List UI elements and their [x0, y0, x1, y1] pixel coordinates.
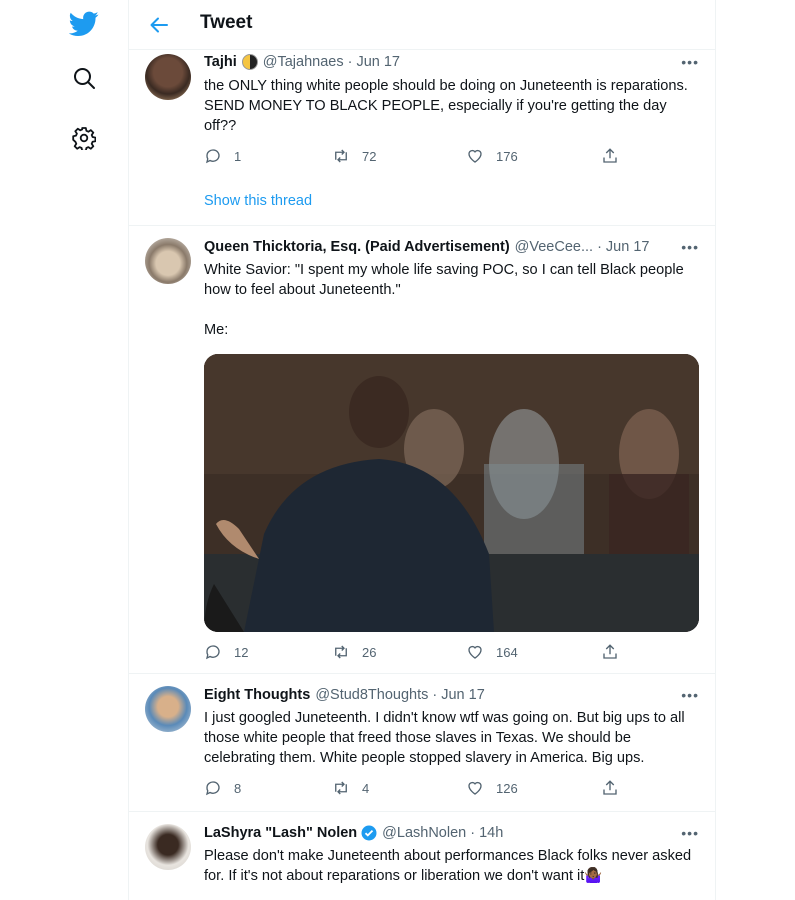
- share-button[interactable]: [601, 779, 619, 797]
- heart-icon: [468, 149, 482, 163]
- tweet[interactable]: Tajhi @Tajahnaes · Jun 17 ••• the ONLY t…: [129, 50, 715, 226]
- page-header: Tweet: [129, 0, 715, 50]
- share-icon: [603, 644, 617, 659]
- page-title: Tweet: [200, 12, 253, 33]
- tweet-media-image[interactable]: [204, 354, 699, 632]
- retweet-icon: [335, 645, 347, 659]
- show-thread-link[interactable]: Show this thread: [204, 193, 312, 209]
- like-count: 176: [496, 148, 518, 164]
- reply-button[interactable]: 8: [204, 779, 241, 797]
- share-button[interactable]: [601, 643, 619, 661]
- verified-badge-icon: [361, 825, 377, 841]
- reply-button[interactable]: 12: [204, 643, 248, 661]
- tweet-text: the ONLY thing white people should be do…: [204, 78, 692, 134]
- heart-icon: [468, 645, 482, 659]
- gear-icon[interactable]: [68, 122, 100, 154]
- retweet-button[interactable]: 26: [332, 643, 376, 661]
- like-button[interactable]: 176: [466, 147, 518, 165]
- tweet-text: I just googled Juneteenth. I didn't know…: [204, 710, 689, 766]
- like-button[interactable]: 126: [466, 779, 518, 797]
- reply-button[interactable]: 1: [204, 147, 241, 165]
- main-column: Tweet Tajhi @Tajahnaes · Jun 17 ••• the …: [128, 0, 716, 900]
- like-button[interactable]: 164: [466, 643, 518, 661]
- author-handle[interactable]: @LashNolen: [382, 825, 466, 841]
- retweet-button[interactable]: 72: [332, 147, 376, 165]
- retweet-count: 26: [362, 644, 377, 660]
- more-options-button[interactable]: •••: [681, 825, 699, 841]
- separator-dot: ·: [470, 825, 476, 841]
- reply-count: 1: [234, 148, 242, 164]
- separator-dot: ·: [432, 687, 438, 703]
- tweet-actions: 1 72 176: [204, 147, 624, 167]
- avatar[interactable]: [145, 824, 191, 870]
- share-button[interactable]: [601, 147, 619, 165]
- tweet-time[interactable]: Jun 17: [441, 687, 485, 703]
- author-name[interactable]: Tajhi: [204, 54, 237, 70]
- retweet-count: 72: [362, 148, 377, 164]
- like-count: 126: [496, 780, 518, 796]
- retweet-icon: [335, 781, 347, 795]
- heart-icon: [468, 781, 482, 795]
- reply-count: 8: [234, 780, 242, 796]
- share-icon: [603, 148, 617, 163]
- twitter-bird-icon[interactable]: [64, 8, 104, 40]
- tweet-text: Please don't make Juneteenth about perfo…: [204, 848, 696, 884]
- tweet[interactable]: Eight Thoughts @Stud8Thoughts · Jun 17 •…: [129, 674, 715, 812]
- reply-icon: [206, 149, 220, 164]
- author-name[interactable]: LaShyra "Lash" Nolen: [204, 825, 357, 841]
- more-options-button[interactable]: •••: [681, 54, 699, 70]
- reply-icon: [206, 645, 220, 660]
- avatar[interactable]: [145, 686, 191, 732]
- separator-dot: ·: [347, 54, 353, 70]
- search-icon[interactable]: [68, 62, 100, 94]
- retweet-button[interactable]: 4: [332, 779, 369, 797]
- share-icon: [603, 780, 617, 795]
- author-handle[interactable]: @Stud8Thoughts: [315, 687, 428, 703]
- retweet-icon: [335, 149, 347, 163]
- author-handle[interactable]: @VeeCee...: [515, 239, 593, 255]
- more-options-button[interactable]: •••: [681, 239, 699, 255]
- tweet-time[interactable]: Jun 17: [606, 239, 650, 255]
- like-count: 164: [496, 644, 518, 660]
- tweet-actions: 12 26 164: [204, 643, 624, 663]
- arrow-left-icon[interactable]: [147, 13, 171, 37]
- avatar[interactable]: [145, 238, 191, 284]
- author-name[interactable]: Eight Thoughts: [204, 687, 310, 703]
- separator-dot: ·: [597, 239, 602, 255]
- reply-count: 12: [234, 644, 249, 660]
- tweet-actions: 8 4 126: [204, 779, 624, 799]
- author-name[interactable]: Queen Thicktoria, Esq. (Paid Advertiseme…: [204, 239, 510, 255]
- half-moon-emoji-icon: [241, 54, 258, 70]
- reply-icon: [206, 781, 220, 796]
- avatar[interactable]: [145, 54, 191, 100]
- tweet-time[interactable]: 14h: [479, 825, 503, 841]
- retweet-count: 4: [362, 780, 370, 796]
- tweet[interactable]: Queen Thicktoria, Esq. (Paid Advertiseme…: [129, 226, 715, 674]
- tweet-time[interactable]: Jun 17: [356, 54, 400, 70]
- tweet[interactable]: LaShyra "Lash" Nolen @LashNolen · 14h ••…: [129, 812, 715, 900]
- author-handle[interactable]: @Tajahnaes: [263, 54, 344, 70]
- tweet-text: White Savior: "I spent my whole life sav…: [204, 262, 684, 338]
- left-nav: [0, 0, 128, 900]
- more-options-button[interactable]: •••: [681, 687, 699, 703]
